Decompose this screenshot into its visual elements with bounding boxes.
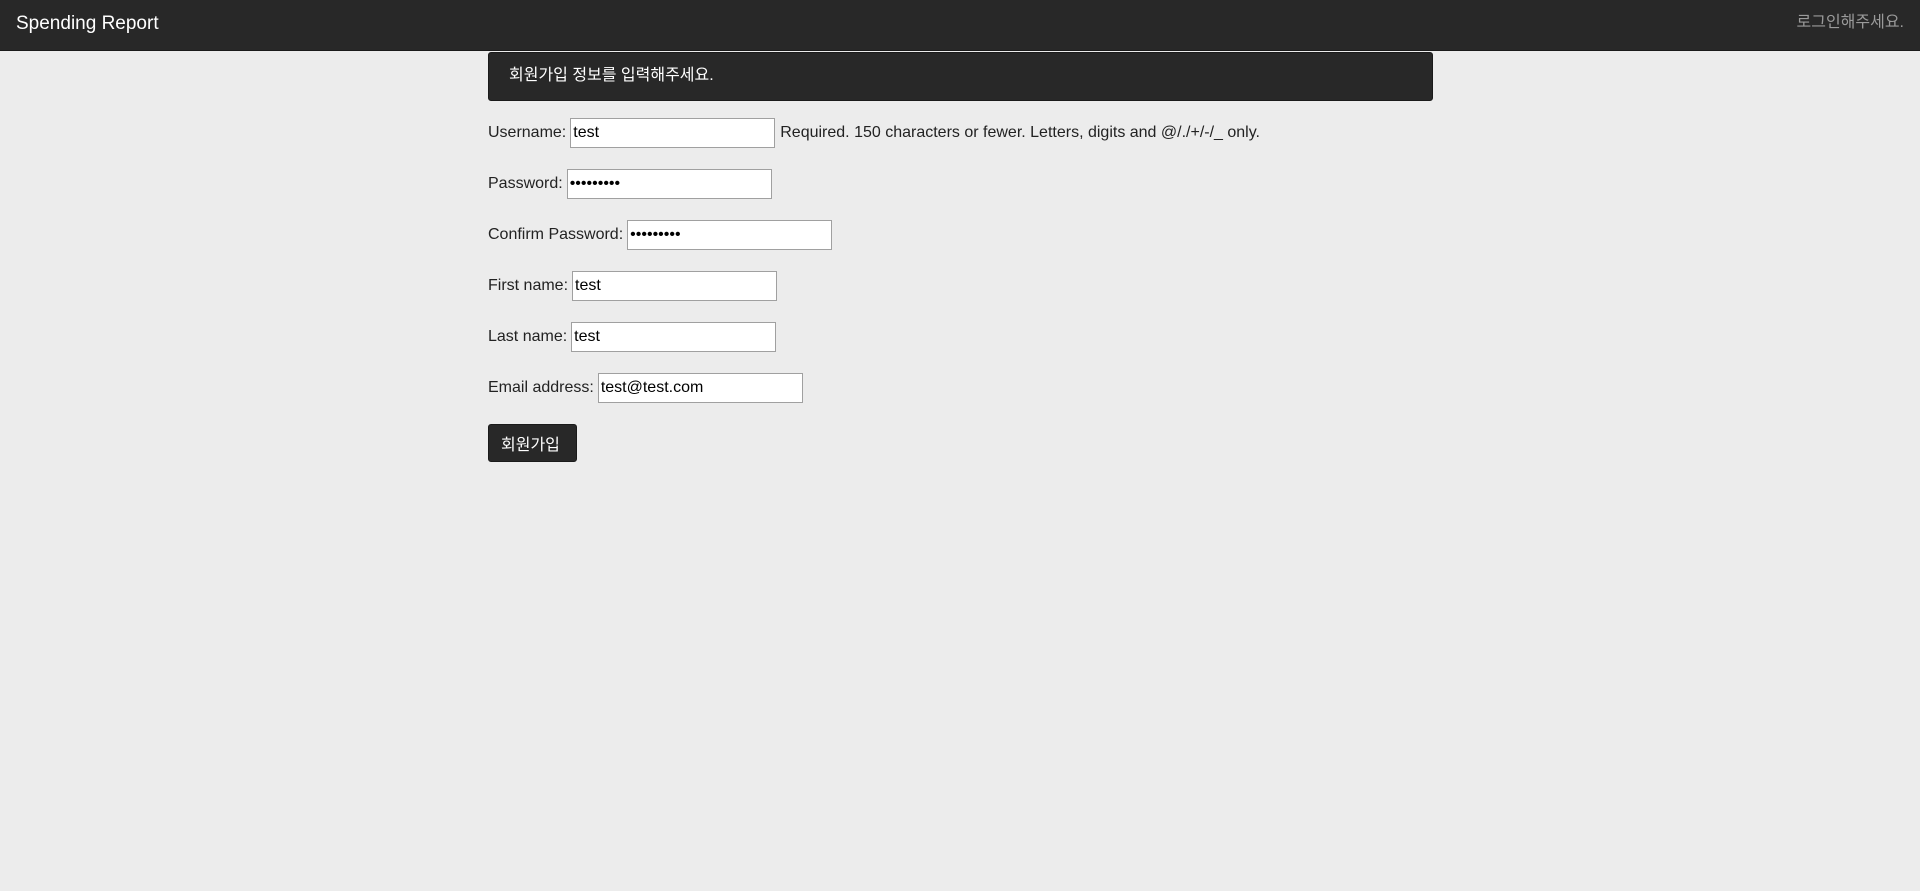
email-input[interactable] bbox=[597, 373, 803, 403]
username-input[interactable] bbox=[570, 118, 776, 148]
brand-link[interactable]: Spending Report bbox=[16, 13, 159, 35]
login-prompt-text: 로그인해주세요. bbox=[1796, 14, 1905, 31]
email-row: Email address: bbox=[488, 373, 803, 403]
password-label: Password: bbox=[488, 175, 563, 192]
main-container: 회원가입 정보를 입력해주세요. Username: Required. 150… bbox=[488, 52, 1433, 462]
navbar: Spending Report 로그인해주세요. bbox=[0, 0, 1920, 51]
confirm-password-row: Confirm Password: bbox=[488, 220, 833, 250]
username-label: Username: bbox=[488, 124, 567, 141]
info-alert: 회원가입 정보를 입력해주세요. bbox=[488, 52, 1433, 101]
password-row: Password: bbox=[488, 169, 772, 199]
first-name-label: First name: bbox=[488, 277, 569, 294]
password-input[interactable] bbox=[566, 169, 772, 199]
last-name-label: Last name: bbox=[488, 328, 568, 345]
username-help-text: Required. 150 characters or fewer. Lette… bbox=[780, 124, 1260, 141]
alert-message: 회원가입 정보를 입력해주세요. bbox=[509, 67, 714, 84]
last-name-row: Last name: bbox=[488, 322, 777, 352]
first-name-input[interactable] bbox=[572, 271, 778, 301]
username-row: Username: Required. 150 characters or fe… bbox=[488, 118, 1260, 148]
email-label: Email address: bbox=[488, 379, 594, 396]
confirm-password-input[interactable] bbox=[627, 220, 833, 250]
first-name-row: First name: bbox=[488, 271, 778, 301]
signup-submit-button[interactable]: 회원가입 bbox=[488, 424, 577, 462]
confirm-password-label: Confirm Password: bbox=[488, 226, 624, 243]
last-name-input[interactable] bbox=[571, 322, 777, 352]
